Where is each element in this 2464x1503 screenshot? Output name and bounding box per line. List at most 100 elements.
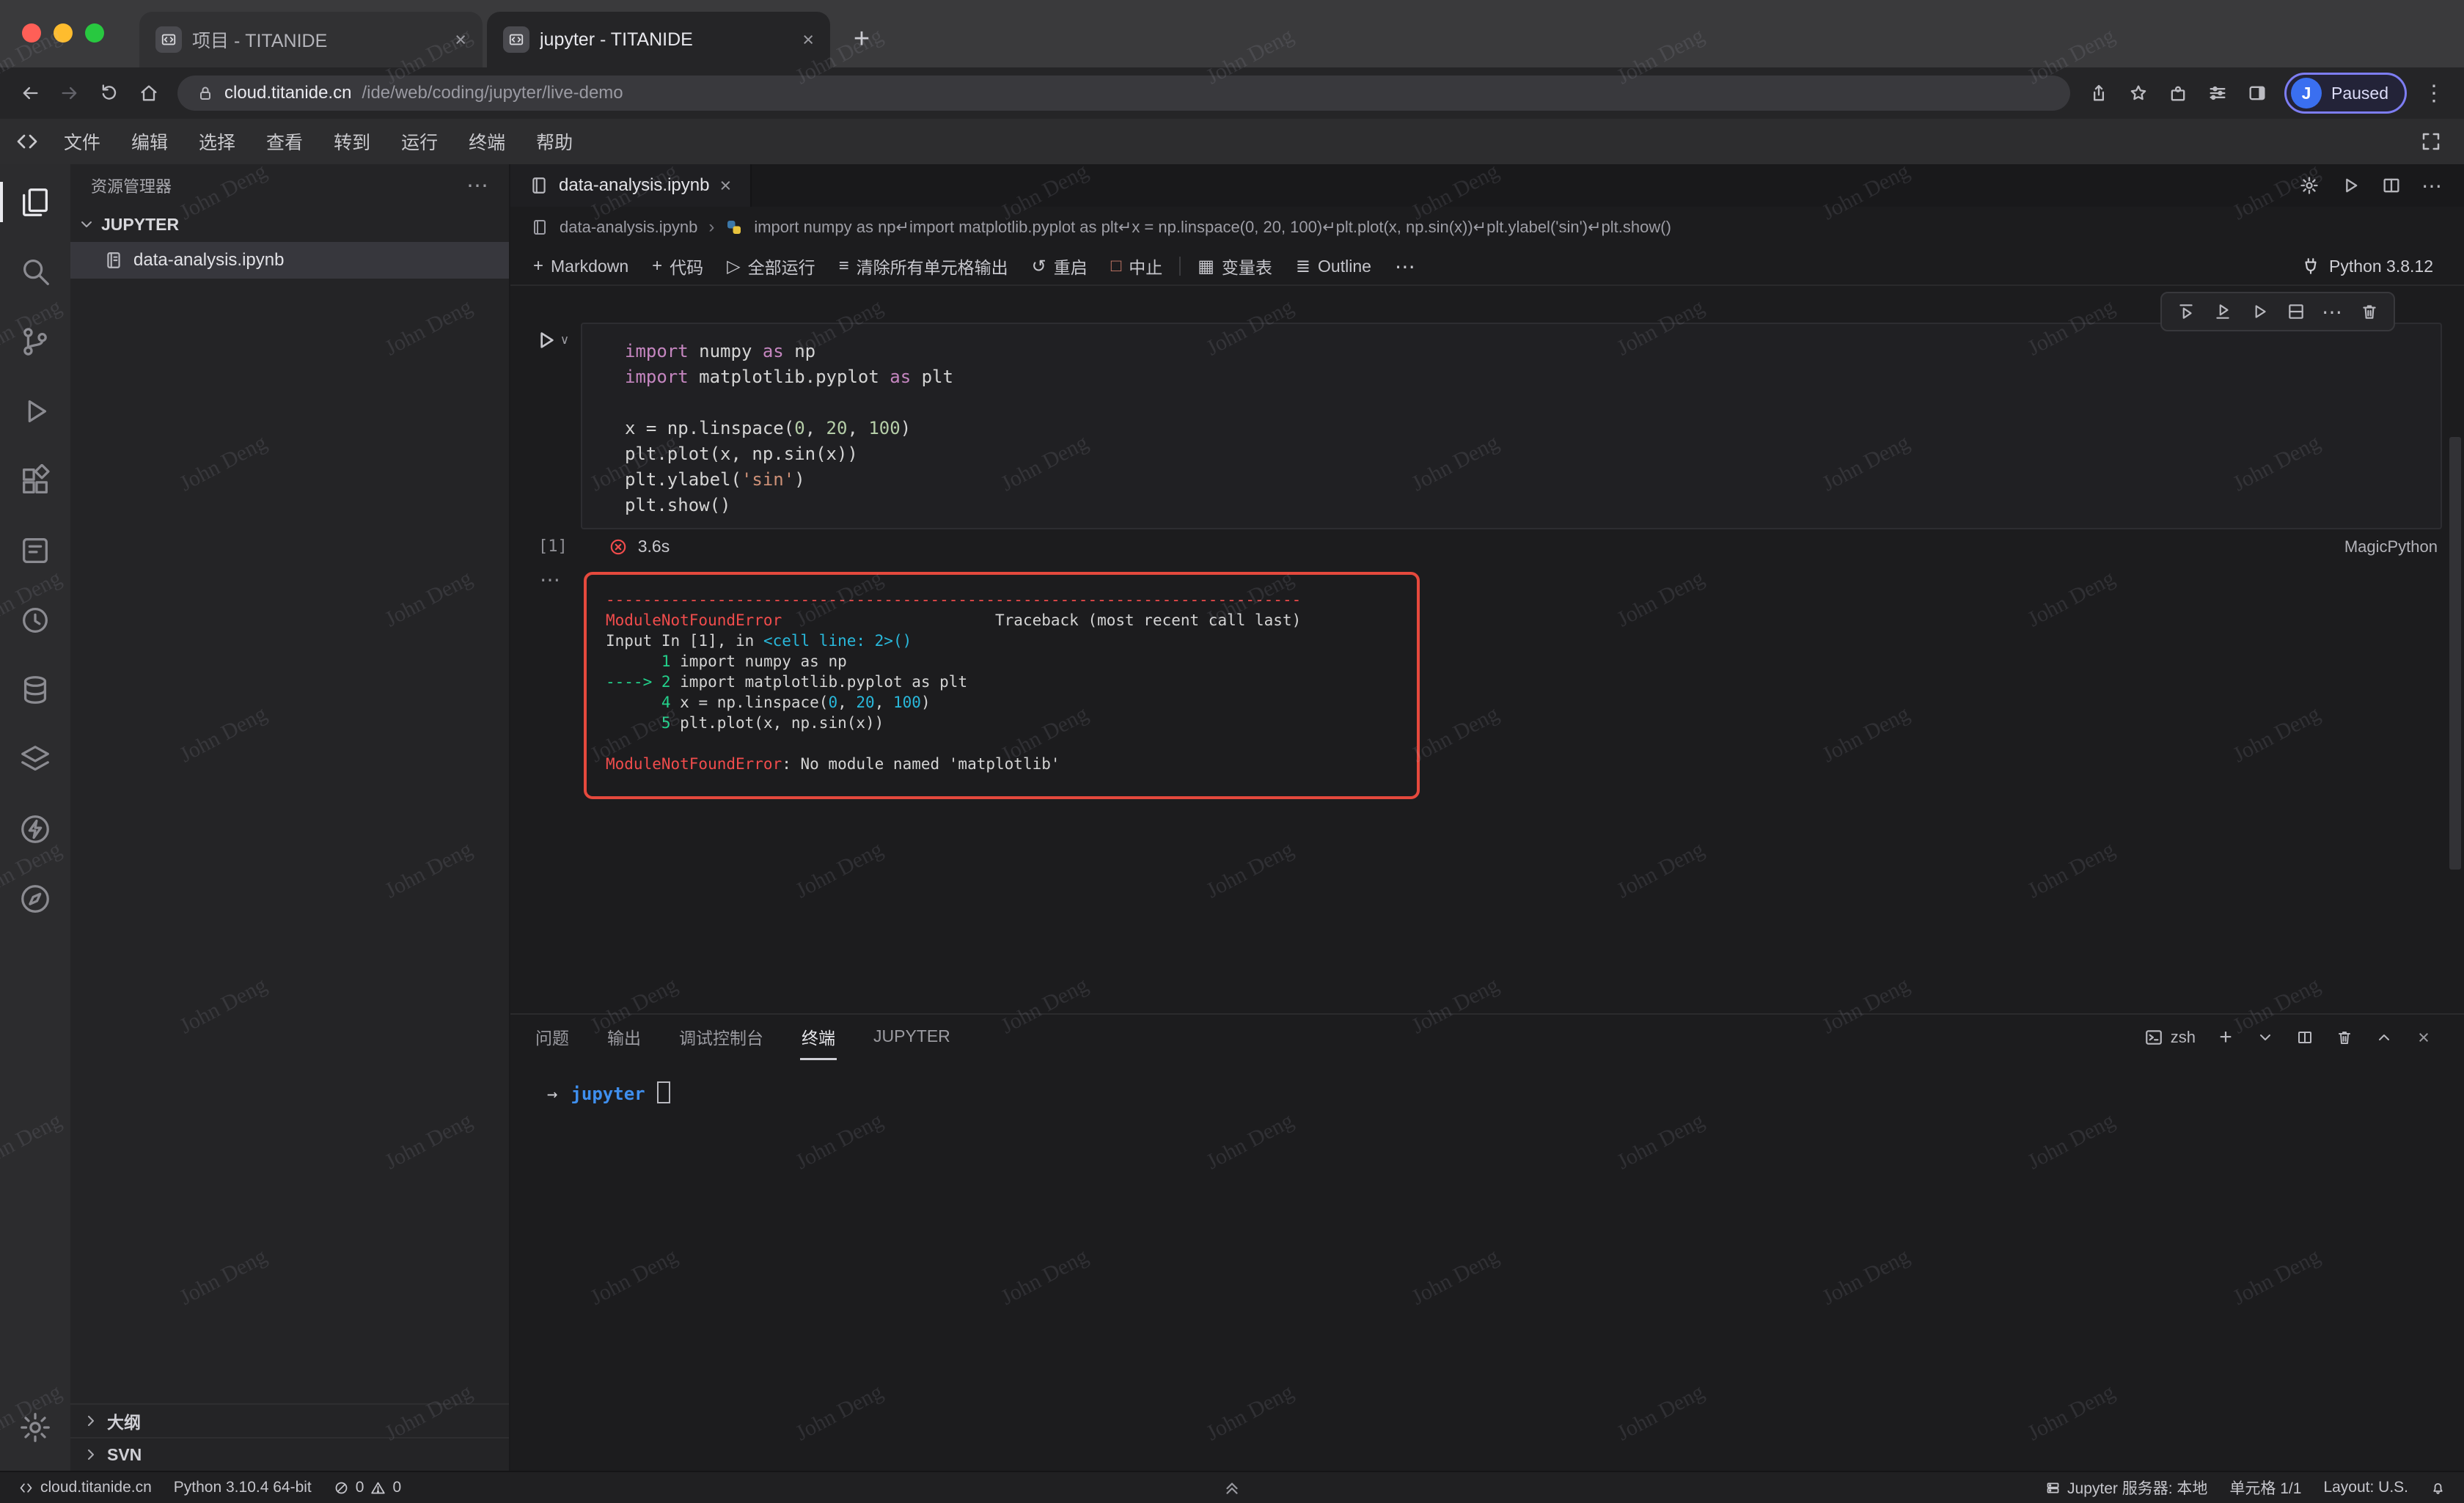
split-editor-icon[interactable] <box>2373 167 2410 204</box>
run-below-icon[interactable] <box>2206 297 2240 326</box>
kill-terminal-icon[interactable] <box>2328 1021 2361 1054</box>
new-terminal-icon[interactable]: + <box>2209 1021 2243 1054</box>
menu-item[interactable]: 文件 <box>48 128 116 155</box>
terminal-profile-chip[interactable]: zsh <box>2144 1028 2196 1047</box>
restart-kernel-button[interactable]: ↺重启 <box>1021 250 1099 282</box>
bookmark-star-icon[interactable] <box>2119 73 2158 113</box>
add-markdown-button[interactable]: +Markdown <box>522 250 639 282</box>
menu-item[interactable]: 编辑 <box>116 128 183 155</box>
site-favicon <box>155 26 182 53</box>
menu-item[interactable]: 查看 <box>251 128 318 155</box>
explorer-icon[interactable] <box>0 167 70 237</box>
extensions-icon[interactable] <box>0 446 70 515</box>
side-panel-icon[interactable] <box>2237 73 2277 113</box>
sidebar-item-notebook[interactable]: data-analysis.ipynb <box>70 242 509 279</box>
split-terminal-icon[interactable] <box>2288 1021 2322 1054</box>
more-actions-icon[interactable]: ⋯ <box>466 173 488 199</box>
fullscreen-icon[interactable] <box>2420 131 2458 152</box>
search-icon[interactable] <box>0 237 70 306</box>
home-button[interactable] <box>129 73 169 113</box>
menu-item[interactable]: 转到 <box>318 128 386 155</box>
notifications-bell-icon[interactable] <box>2419 1480 2457 1496</box>
close-editor-tab-icon[interactable]: × <box>719 174 731 197</box>
python-interpreter[interactable]: Python 3.10.4 64-bit <box>163 1472 323 1503</box>
browser-tab-jupyter[interactable]: jupyter - TITANIDE × <box>487 12 830 67</box>
split-cell-icon[interactable] <box>2279 297 2313 326</box>
variables-button[interactable]: ▦变量表 <box>1187 250 1283 282</box>
clear-outputs-button[interactable]: ≡清除所有单元格输出 <box>828 250 1019 282</box>
toolbar-more-actions-icon[interactable]: ⋯ <box>1384 250 1428 282</box>
address-bar[interactable]: cloud.titanide.cn/ide/web/coding/jupyter… <box>177 76 2070 111</box>
notebook-settings-gear-icon[interactable] <box>2291 167 2328 204</box>
cell-code[interactable]: import numpy as npimport matplotlib.pypl… <box>625 339 2441 518</box>
share-icon[interactable] <box>2079 73 2119 113</box>
reload-button[interactable] <box>89 73 129 113</box>
close-tab-icon[interactable]: × <box>455 29 466 51</box>
browser-menu-kebab-icon[interactable]: ⋮ <box>2414 73 2454 113</box>
menu-item[interactable]: 帮助 <box>521 128 588 155</box>
extensions-puzzle-icon[interactable] <box>2158 73 2198 113</box>
breadcrumb-cell-preview[interactable]: import numpy as np↵import matplotlib.pyp… <box>754 218 1671 237</box>
cell-more-actions-icon[interactable]: ⋯ <box>2316 297 2350 326</box>
kernel-picker[interactable]: Python 3.8.12 <box>2301 257 2452 276</box>
editor-scrollbar[interactable] <box>2449 437 2461 870</box>
zap-icon[interactable] <box>0 794 70 864</box>
run-debug-icon[interactable] <box>0 376 70 446</box>
new-tab-button[interactable]: + <box>840 18 883 60</box>
compass-icon[interactable] <box>0 864 70 933</box>
cell-language-mode[interactable]: MagicPython <box>2344 537 2438 556</box>
database-icon[interactable] <box>0 655 70 724</box>
history-clock-icon[interactable] <box>0 585 70 655</box>
run-above-icon[interactable] <box>2169 297 2203 326</box>
back-button[interactable] <box>10 73 50 113</box>
cell-position-indicator[interactable]: 单元格 1/1 <box>2218 1477 2312 1499</box>
close-window-button[interactable] <box>22 23 41 43</box>
panel-tab[interactable]: 输出 <box>606 1015 642 1060</box>
close-panel-icon[interactable]: × <box>2407 1021 2441 1054</box>
editor-more-actions-icon[interactable]: ⋯ <box>2414 167 2451 204</box>
menu-item[interactable]: 终端 <box>453 128 521 155</box>
profile-chip[interactable]: J Paused <box>2284 73 2407 114</box>
panel-tab[interactable]: 调试控制台 <box>678 1015 765 1060</box>
panel-tab[interactable]: 问题 <box>534 1015 571 1060</box>
sidebar-section-svn[interactable]: SVN <box>70 1437 509 1471</box>
tune-icon[interactable] <box>2198 73 2237 113</box>
menu-item[interactable]: 运行 <box>386 128 453 155</box>
run-all-button[interactable]: ▷全部运行 <box>716 250 826 282</box>
keyboard-layout-indicator[interactable]: Layout: U.S. <box>2312 1479 2419 1496</box>
forward-button[interactable] <box>50 73 89 113</box>
add-code-button[interactable]: +代码 <box>641 250 714 282</box>
delete-cell-icon[interactable] <box>2353 297 2386 326</box>
chevron-right-icon <box>82 1412 100 1430</box>
zoom-window-button[interactable] <box>85 23 104 43</box>
terminal-dropdown-chevron-icon[interactable] <box>2248 1021 2282 1054</box>
breadcrumb-file[interactable]: data-analysis.ipynb <box>560 218 697 237</box>
output-collapse-icon[interactable]: ⋯ <box>540 567 560 592</box>
sidebar-section-outline[interactable]: 大纲 <box>70 1403 509 1437</box>
menu-item[interactable]: 选择 <box>183 128 251 155</box>
layers-icon[interactable] <box>0 724 70 794</box>
double-chevron-up-icon[interactable] <box>1222 1478 1242 1497</box>
outline-button[interactable]: ≣Outline <box>1285 250 1382 282</box>
remote-indicator[interactable]: cloud.titanide.cn <box>7 1472 163 1503</box>
run-cell-button[interactable]: ∨ <box>528 328 575 352</box>
run-all-icon[interactable] <box>2332 167 2369 204</box>
editor-tab-notebook[interactable]: data-analysis.ipynb × <box>510 164 752 207</box>
browser-tab-project[interactable]: 项目 - TITANIDE × <box>139 12 483 67</box>
execute-cell-icon[interactable] <box>2243 297 2276 326</box>
maximize-panel-icon[interactable] <box>2367 1021 2401 1054</box>
sidebar-section-jupyter[interactable]: JUPYTER <box>70 207 509 242</box>
minimize-window-button[interactable] <box>54 23 73 43</box>
close-tab-icon[interactable]: × <box>802 29 814 51</box>
interrupt-kernel-button[interactable]: □中止 <box>1100 250 1174 282</box>
terminal[interactable]: →jupyter <box>510 1060 2464 1471</box>
problems-indicator[interactable]: 0 0 <box>323 1472 412 1503</box>
run-dropdown-chevron-icon[interactable]: ∨ <box>560 333 569 348</box>
panel-tab[interactable]: 终端 <box>800 1015 837 1060</box>
settings-gear-icon[interactable] <box>0 1392 70 1462</box>
jupyter-server-indicator[interactable]: Jupyter 服务器: 本地 <box>2034 1477 2218 1499</box>
panel-tab[interactable]: JUPYTER <box>872 1015 952 1060</box>
notebook-panel-icon[interactable] <box>0 515 70 585</box>
code-cell[interactable]: import numpy as npimport matplotlib.pypl… <box>581 323 2442 529</box>
source-control-icon[interactable] <box>0 306 70 376</box>
